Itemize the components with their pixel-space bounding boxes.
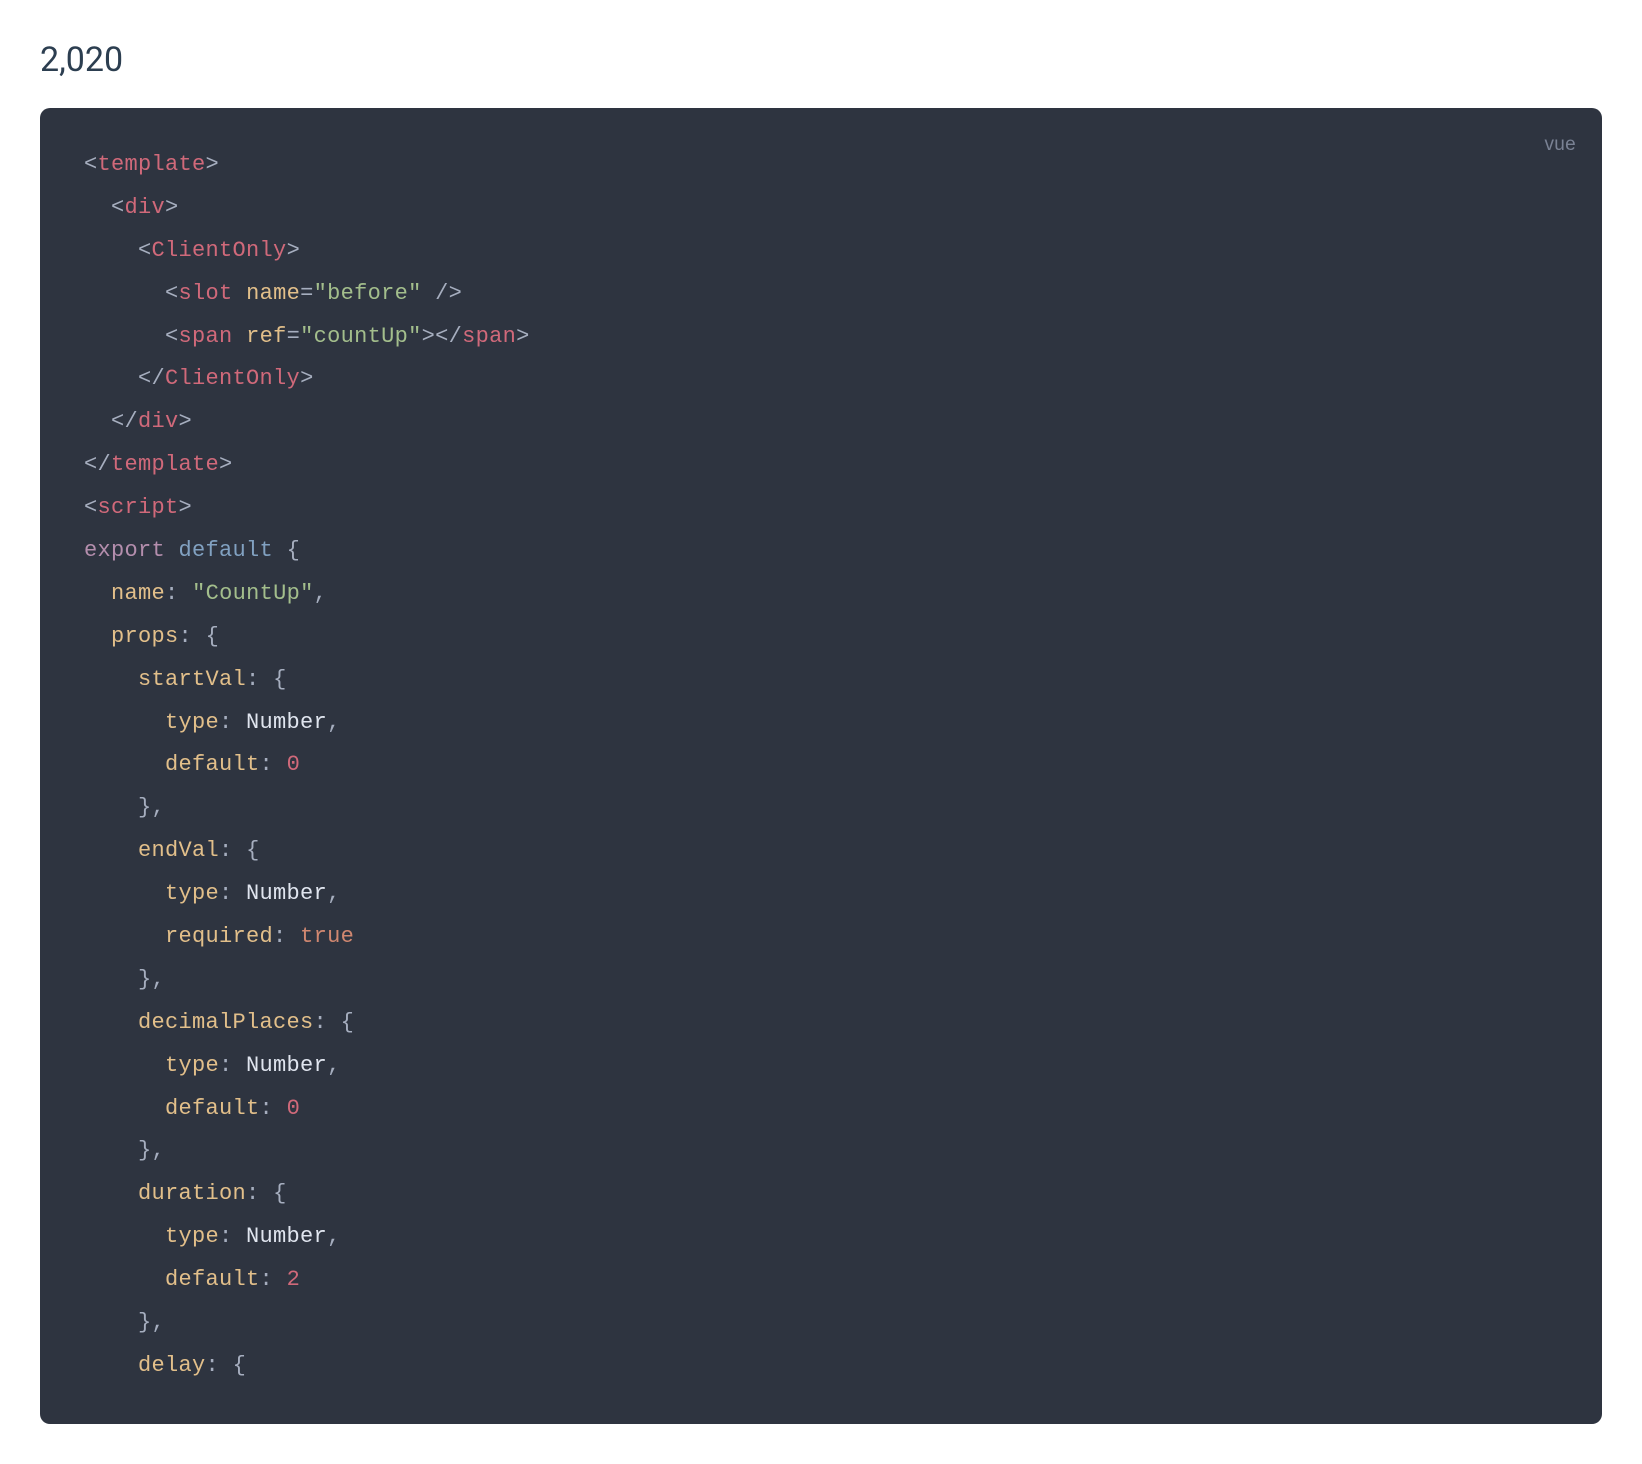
code-line: }, [84,959,1558,1002]
code-line: decimalPlaces: { [84,1002,1558,1045]
code-line: <div> [84,187,1558,230]
language-label: vue [1544,126,1576,163]
code-line: }, [84,1130,1558,1173]
code-line: type: Number, [84,873,1558,916]
code-line: duration: { [84,1173,1558,1216]
code-block: vue <template> <div> <ClientOnly> <slot … [40,108,1602,1424]
code-line: <ClientOnly> [84,230,1558,273]
count-value: 2,020 [40,40,1602,80]
code-line: type: Number, [84,1216,1558,1259]
code-content: <template> <div> <ClientOnly> <slot name… [84,144,1558,1388]
code-line: <template> [84,144,1558,187]
code-line: delay: { [84,1345,1558,1388]
code-line: </template> [84,444,1558,487]
code-line: endVal: { [84,830,1558,873]
code-line: <script> [84,487,1558,530]
code-line: default: 2 [84,1259,1558,1302]
code-line: </div> [84,401,1558,444]
code-line: <slot name="before" /> [84,273,1558,316]
code-line: props: { [84,616,1558,659]
code-line: name: "CountUp", [84,573,1558,616]
code-line: startVal: { [84,659,1558,702]
code-line: type: Number, [84,1045,1558,1088]
code-line: type: Number, [84,702,1558,745]
code-line: </ClientOnly> [84,358,1558,401]
code-line: }, [84,1302,1558,1345]
code-line: <span ref="countUp"></span> [84,316,1558,359]
code-line: default: 0 [84,1088,1558,1131]
code-line: }, [84,787,1558,830]
code-line: default: 0 [84,744,1558,787]
code-line: export default { [84,530,1558,573]
code-line: required: true [84,916,1558,959]
